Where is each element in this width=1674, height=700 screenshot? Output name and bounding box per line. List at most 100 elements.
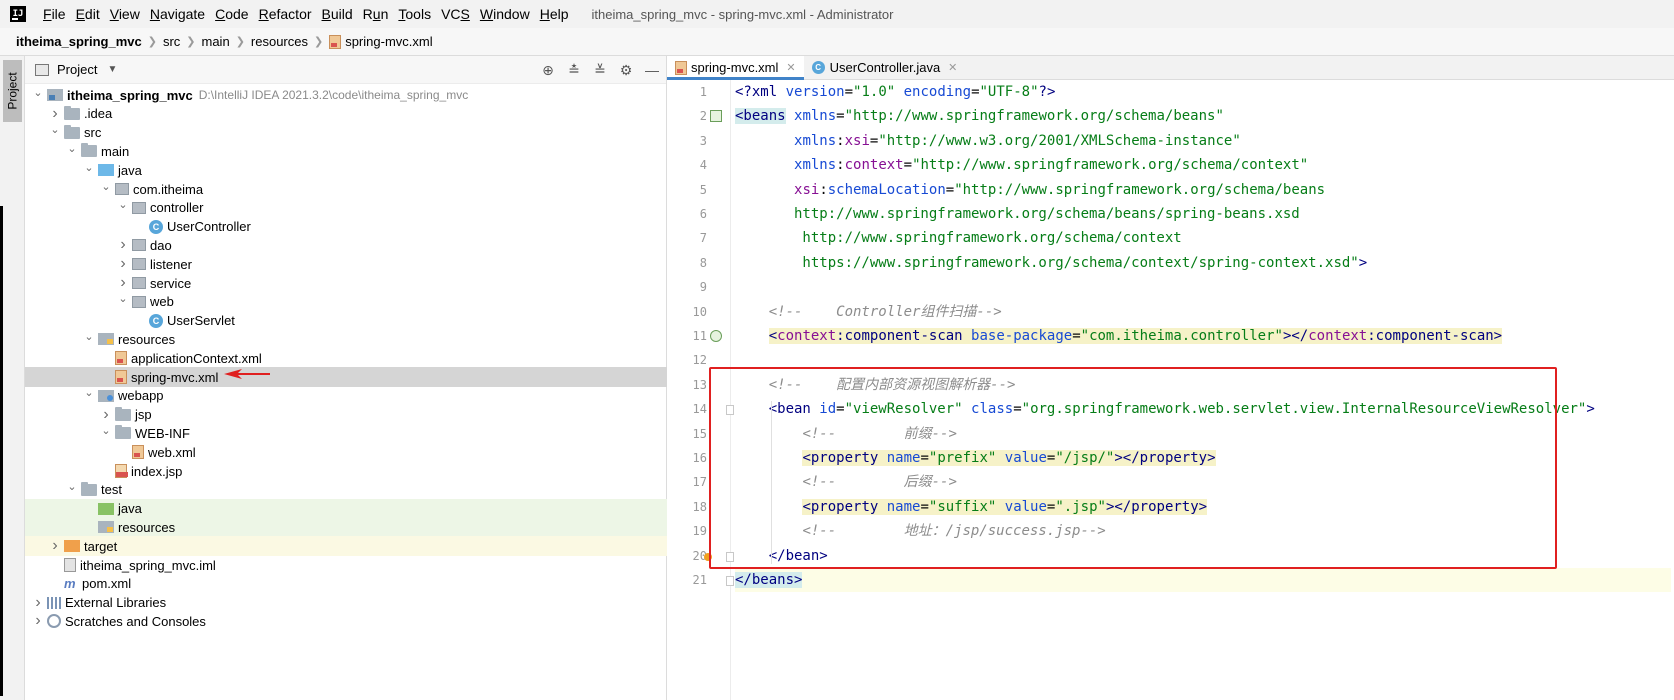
- tab-user-controller-java[interactable]: C UserController.java ✕: [804, 56, 966, 79]
- tree-item[interactable]: ⌄ itheima_spring_mvc D:\IntelliJ IDEA 2021…: [25, 85, 667, 105]
- code-line[interactable]: http://www.springframework.org/schema/co…: [735, 226, 1671, 250]
- tab-spring-mvc-xml[interactable]: spring-mvc.xml ✕: [667, 56, 804, 80]
- chevron-right-icon[interactable]: ›: [116, 236, 130, 254]
- code-line[interactable]: <property name="prefix" value="/jsp/"></…: [735, 446, 1671, 470]
- tree-item[interactable]: ⌄ webapp: [25, 386, 667, 406]
- menu-edit[interactable]: Edit: [71, 0, 105, 28]
- code-line[interactable]: <?xml version="1.0" encoding="UTF-8"?>: [735, 80, 1671, 104]
- tree-item[interactable]: applicationContext.xml: [25, 348, 667, 368]
- menu-navigate[interactable]: Navigate: [145, 0, 210, 28]
- chevron-right-icon[interactable]: ›: [116, 255, 130, 273]
- code-line[interactable]: <!-- 前缀-->: [735, 422, 1671, 446]
- chevron-down-icon[interactable]: ⌄: [116, 198, 130, 211]
- tree-item[interactable]: ⌄ java: [25, 160, 667, 180]
- spring-beans-icon[interactable]: [710, 110, 722, 123]
- code-line[interactable]: <!-- Controller组件扫描-->: [735, 300, 1671, 324]
- intention-bulb-icon[interactable]: [704, 552, 712, 561]
- tree-item[interactable]: index.jsp: [25, 461, 667, 481]
- chevron-right-icon[interactable]: ›: [48, 537, 62, 555]
- spring-scan-icon[interactable]: [710, 330, 722, 342]
- tree-item[interactable]: › listener: [25, 254, 667, 274]
- code-line[interactable]: <property name="suffix" value=".jsp"></p…: [735, 495, 1671, 519]
- breadcrumb-item-main[interactable]: main: [202, 34, 230, 49]
- chevron-down-icon[interactable]: ⌄: [82, 386, 96, 399]
- chevron-down-icon[interactable]: ⌄: [65, 142, 79, 155]
- breadcrumb-file[interactable]: spring-mvc.xml: [345, 34, 432, 49]
- tree-item[interactable]: m pom.xml: [25, 574, 667, 594]
- breadcrumb-project[interactable]: itheima_spring_mvc: [16, 34, 142, 49]
- collapse-all-icon[interactable]: ≚: [592, 62, 608, 79]
- fold-icon[interactable]: [726, 576, 734, 586]
- tree-item[interactable]: ⌄ WEB-INF: [25, 423, 667, 443]
- menu-tools[interactable]: Tools: [393, 0, 436, 28]
- fold-icon[interactable]: [726, 405, 734, 416]
- menu-refactor[interactable]: Refactor: [254, 0, 317, 28]
- tree-item[interactable]: C UserController: [25, 217, 667, 237]
- code-line[interactable]: <bean id="viewResolver" class="org.sprin…: [735, 397, 1671, 421]
- tree-item[interactable]: ⌄ main: [25, 141, 667, 161]
- tree-item[interactable]: › .idea: [25, 104, 667, 124]
- tree-item[interactable]: › dao: [25, 235, 667, 255]
- chevron-down-icon[interactable]: ⌄: [82, 330, 96, 343]
- menu-window[interactable]: Window: [475, 0, 535, 28]
- code-line[interactable]: <!-- 后缀-->: [735, 470, 1671, 494]
- tree-item[interactable]: › service: [25, 273, 667, 293]
- code-line[interactable]: xsi:schemaLocation="http://www.springfra…: [735, 178, 1671, 202]
- tree-item[interactable]: ⌄ resources: [25, 329, 667, 349]
- tree-item[interactable]: › target: [25, 536, 667, 557]
- code-line[interactable]: xmlns:xsi="http://www.w3.org/2001/XMLSch…: [735, 129, 1671, 153]
- menu-vcs[interactable]: VCS: [436, 0, 475, 28]
- code-line[interactable]: <beans xmlns="http://www.springframework…: [735, 104, 1671, 128]
- chevron-down-icon[interactable]: ⌄: [65, 480, 79, 493]
- chevron-right-icon[interactable]: ›: [48, 105, 62, 123]
- gear-icon[interactable]: ⚙: [618, 62, 634, 79]
- chevron-right-icon[interactable]: ›: [116, 274, 130, 292]
- tree-item[interactable]: › Scratches and Consoles: [25, 611, 667, 631]
- code-line[interactable]: [735, 348, 1671, 372]
- tree-item[interactable]: resources: [25, 517, 667, 538]
- tree-item[interactable]: › External Libraries: [25, 593, 667, 613]
- chevron-right-icon[interactable]: ›: [31, 612, 45, 630]
- tree-item[interactable]: web.xml: [25, 442, 667, 462]
- menu-run[interactable]: Run: [358, 0, 394, 28]
- chevron-right-icon[interactable]: ›: [31, 594, 45, 612]
- menu-file[interactable]: File: [38, 0, 71, 28]
- menu-view[interactable]: View: [105, 0, 145, 28]
- breadcrumb-item-resources[interactable]: resources: [251, 34, 308, 49]
- code-line[interactable]: https://www.springframework.org/schema/c…: [735, 251, 1671, 275]
- tree-item[interactable]: › jsp: [25, 405, 667, 425]
- tree-item[interactable]: ⌄ src: [25, 123, 667, 143]
- code-line[interactable]: <context:component-scan base-package="co…: [735, 324, 1671, 348]
- code-line[interactable]: <!-- 地址：/jsp/success.jsp-->: [735, 519, 1671, 543]
- tree-item[interactable]: ⌄ com.itheima: [25, 179, 667, 199]
- project-tool-tab[interactable]: Project: [3, 60, 22, 122]
- menu-help[interactable]: Help: [535, 0, 574, 28]
- tree-item[interactable]: itheima_spring_mvc.iml: [25, 555, 667, 575]
- tree-item[interactable]: spring-mvc.xml: [25, 367, 667, 387]
- menu-build[interactable]: Build: [317, 0, 358, 28]
- expand-all-icon[interactable]: ≛: [566, 62, 582, 79]
- chevron-down-icon[interactable]: ⌄: [116, 292, 130, 305]
- chevron-down-icon[interactable]: ⌄: [99, 424, 113, 437]
- breadcrumb-item-src[interactable]: src: [163, 34, 180, 49]
- code-area[interactable]: <?xml version="1.0" encoding="UTF-8"?> <b…: [735, 80, 1671, 700]
- fold-icon[interactable]: [726, 551, 734, 562]
- chevron-down-icon[interactable]: ▼: [107, 64, 117, 75]
- tree-item[interactable]: java: [25, 498, 667, 519]
- chevron-down-icon[interactable]: ⌄: [82, 161, 96, 174]
- minimize-icon[interactable]: —: [644, 62, 660, 78]
- project-panel-title[interactable]: Project: [57, 62, 97, 77]
- code-line[interactable]: http://www.springframework.org/schema/be…: [735, 202, 1671, 226]
- code-line[interactable]: xmlns:context="http://www.springframewor…: [735, 153, 1671, 177]
- close-icon[interactable]: ✕: [786, 61, 795, 74]
- locate-icon[interactable]: ⊕: [540, 62, 556, 79]
- chevron-down-icon[interactable]: ⌄: [31, 86, 45, 99]
- tree-item[interactable]: ⌄ controller: [25, 198, 667, 218]
- code-line[interactable]: </beans>: [735, 568, 1671, 592]
- tree-item[interactable]: ⌄ web: [25, 292, 667, 312]
- code-line[interactable]: </bean>: [735, 544, 1671, 568]
- chevron-down-icon[interactable]: ⌄: [99, 180, 113, 193]
- code-line[interactable]: <!-- 配置内部资源视图解析器-->: [735, 373, 1671, 397]
- tree-item[interactable]: C UserServlet: [25, 311, 667, 331]
- menu-code[interactable]: Code: [210, 0, 253, 28]
